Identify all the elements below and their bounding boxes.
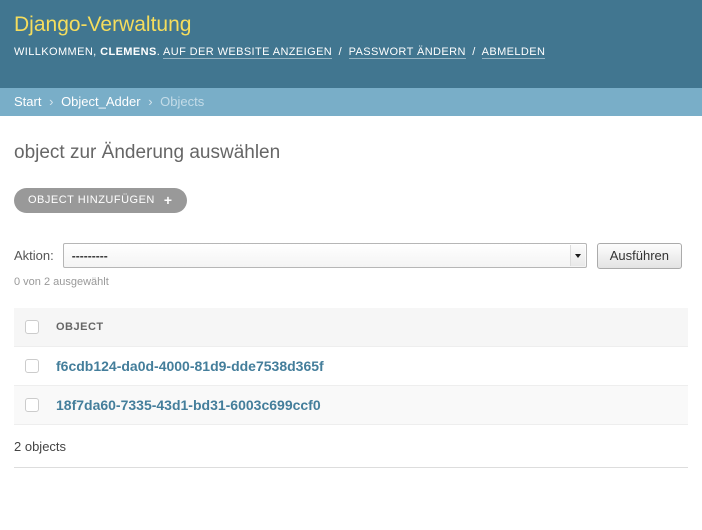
link-separator: /	[339, 46, 342, 58]
breadcrumb-start[interactable]: Start	[14, 94, 41, 109]
site-title[interactable]: Django-Verwaltung	[14, 13, 688, 36]
breadcrumb: Start › Object_Adder › Objects	[0, 88, 702, 116]
plus-icon: +	[164, 196, 173, 205]
row-checkbox[interactable]	[25, 398, 39, 412]
object-tools: Object hinzufügen +	[14, 188, 688, 213]
content-area: object zur Änderung auswählen Object hin…	[0, 142, 702, 468]
column-header-object: Object	[46, 308, 688, 347]
site-header: Django-Verwaltung Willkommen, Clemens. A…	[0, 0, 702, 88]
welcome-period: .	[157, 46, 160, 58]
breadcrumb-object-adder[interactable]: Object_Adder	[61, 94, 141, 109]
result-list-table: Object f6cdb124-da0d-4000-81d9-dde7538d3…	[14, 308, 688, 425]
add-object-button-label: Object hinzufügen	[28, 195, 155, 206]
go-button[interactable]: Ausführen	[597, 243, 682, 269]
row-checkbox-cell	[14, 346, 46, 385]
action-label: Aktion:	[14, 248, 54, 263]
welcome-text: Willkommen,	[14, 46, 97, 58]
object-cell: f6cdb124-da0d-4000-81d9-dde7538d365f	[46, 346, 688, 385]
object-link[interactable]: 18f7da60-7335-43d1-bd31-6003c699ccf0	[56, 397, 321, 413]
table-row: f6cdb124-da0d-4000-81d9-dde7538d365f	[14, 346, 688, 385]
django-admin-page: Django-Verwaltung Willkommen, Clemens. A…	[0, 0, 702, 468]
object-link[interactable]: f6cdb124-da0d-4000-81d9-dde7538d365f	[56, 358, 324, 374]
view-site-link[interactable]: Auf der Website anzeigen	[163, 46, 332, 59]
link-separator: /	[472, 46, 475, 58]
row-checkbox-cell	[14, 385, 46, 424]
chevron-down-icon	[570, 245, 585, 266]
action-select[interactable]: ---------	[63, 243, 587, 268]
add-object-button[interactable]: Object hinzufügen +	[14, 188, 187, 213]
username: Clemens	[100, 46, 157, 58]
logout-link[interactable]: Abmelden	[482, 46, 546, 59]
change-password-link[interactable]: Passwort ändern	[349, 46, 466, 59]
table-header-row: Object	[14, 308, 688, 347]
paginator: 2 objects	[14, 425, 688, 468]
action-select-value: ---------	[72, 249, 108, 263]
select-all-checkbox[interactable]	[25, 320, 39, 334]
breadcrumb-separator: ›	[49, 94, 53, 109]
selection-counter: 0 von 2 ausgewählt	[14, 276, 688, 288]
page-title: object zur Änderung auswählen	[14, 142, 688, 165]
breadcrumb-separator: ›	[148, 94, 152, 109]
select-all-cell	[14, 308, 46, 347]
row-checkbox[interactable]	[25, 359, 39, 373]
user-tools: Willkommen, Clemens. Auf der Website anz…	[14, 46, 688, 58]
object-cell: 18f7da60-7335-43d1-bd31-6003c699ccf0	[46, 385, 688, 424]
actions-bar: Aktion: --------- Ausführen	[14, 243, 688, 269]
breadcrumb-current: Objects	[160, 94, 204, 109]
table-row: 18f7da60-7335-43d1-bd31-6003c699ccf0	[14, 385, 688, 424]
